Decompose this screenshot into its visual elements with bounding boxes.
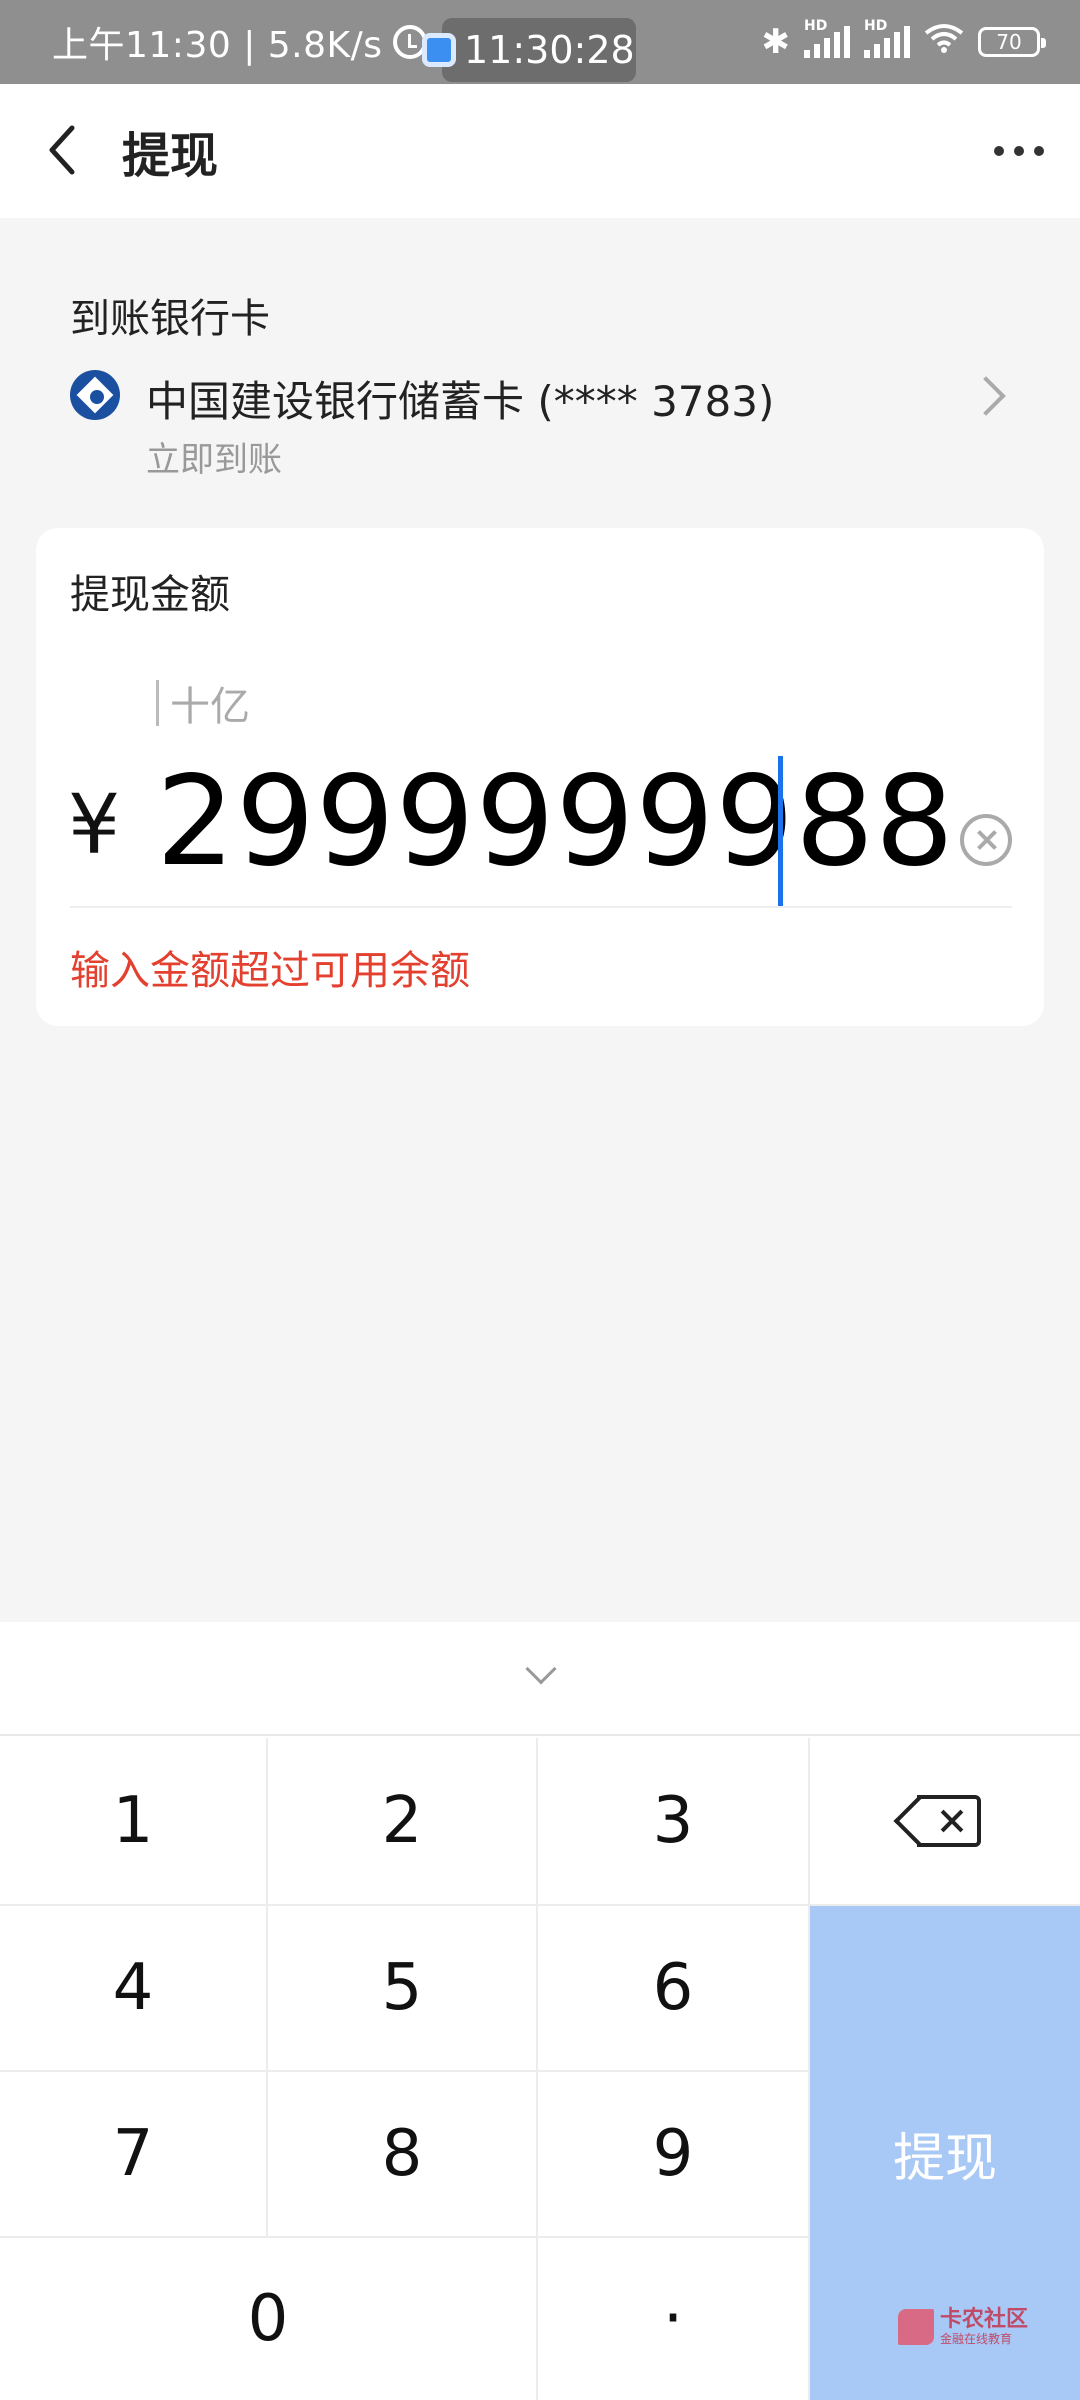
key-3[interactable]: 3 bbox=[538, 1738, 810, 1906]
signal-2-label: HD bbox=[864, 18, 888, 34]
signal-icon-1: HD bbox=[804, 18, 850, 58]
status-left: 上午11:30 | 5.8K/s bbox=[52, 0, 427, 84]
chevron-right-icon bbox=[966, 376, 1006, 416]
key-5[interactable]: 5 bbox=[268, 1906, 538, 2072]
amount-card: 提现金额 十亿 ¥ 2999999988 输入金额超过可用余额 bbox=[36, 528, 1044, 1026]
bluetooth-icon: ✱ bbox=[761, 22, 791, 62]
wifi-icon bbox=[924, 22, 964, 62]
page-title: 提现 bbox=[122, 128, 219, 184]
battery-icon: 70 bbox=[978, 27, 1046, 57]
clear-icon[interactable] bbox=[960, 814, 1012, 866]
divider bbox=[70, 906, 1012, 908]
more-dot bbox=[1034, 146, 1044, 156]
floating-clock: 11:30:28 bbox=[422, 18, 636, 82]
amount-input[interactable]: 2999999988 bbox=[156, 750, 955, 894]
back-button[interactable] bbox=[40, 120, 100, 180]
bank-card-name: 中国建设银行储蓄卡 (**** 3783) bbox=[146, 377, 775, 426]
more-dot bbox=[994, 146, 1004, 156]
ccb-logo-icon bbox=[70, 370, 120, 420]
bank-card-selector[interactable]: 中国建设银行储蓄卡 (**** 3783) 立即到账 bbox=[70, 364, 1010, 480]
back-arrow-icon bbox=[49, 125, 75, 175]
watermark: 卡农社区 金融在线教育 bbox=[898, 2308, 1028, 2346]
key-dot[interactable]: · bbox=[538, 2238, 810, 2400]
watermark-logo-icon bbox=[898, 2309, 934, 2345]
app-header: 提现 bbox=[0, 84, 1080, 218]
currency-symbol: ¥ bbox=[68, 778, 121, 873]
more-options-button[interactable] bbox=[994, 146, 1044, 156]
key-4[interactable]: 4 bbox=[0, 1906, 268, 2072]
key-0[interactable]: 0 bbox=[0, 2238, 538, 2400]
keyboard-collapse-button[interactable] bbox=[0, 1622, 1080, 1736]
amount-label: 提现金额 bbox=[70, 572, 230, 618]
watermark-sub: 金融在线教育 bbox=[940, 2332, 1013, 2346]
key-6[interactable]: 6 bbox=[538, 1906, 810, 2072]
bank-card-arrival: 立即到账 bbox=[146, 440, 282, 480]
key-8[interactable]: 8 bbox=[268, 2072, 538, 2238]
status-bar: 上午11:30 | 5.8K/s 11:30:28 ✱ HD HD 70 bbox=[0, 0, 1080, 84]
key-1[interactable]: 1 bbox=[0, 1738, 268, 1906]
backspace-icon bbox=[893, 1795, 983, 1847]
chevron-down-icon bbox=[525, 1653, 557, 1685]
status-time-speed: 上午11:30 | 5.8K/s bbox=[52, 25, 383, 66]
bank-card-label: 到账银行卡 bbox=[70, 296, 270, 342]
backspace-key[interactable] bbox=[810, 1738, 1080, 1906]
error-message: 输入金额超过可用余额 bbox=[70, 948, 470, 994]
amount-unit-hint: 十亿 bbox=[156, 674, 250, 732]
signal-icon-2: HD bbox=[864, 18, 910, 58]
amount-unit-hint-text: 十亿 bbox=[170, 684, 250, 730]
floating-clock-text: 11:30:28 bbox=[464, 28, 635, 72]
key-7[interactable]: 7 bbox=[0, 2072, 268, 2238]
status-right: ✱ HD HD 70 bbox=[761, 0, 1046, 84]
app-indicator-icon bbox=[422, 33, 456, 67]
text-cursor bbox=[778, 756, 783, 906]
battery-level: 70 bbox=[996, 30, 1022, 54]
numeric-keyboard: 1 2 3 4 5 6 7 8 9 0 · 提现 bbox=[0, 1622, 1080, 2400]
key-2[interactable]: 2 bbox=[268, 1738, 538, 1906]
signal-1-label: HD bbox=[804, 18, 828, 34]
watermark-text: 卡农社区 金融在线教育 bbox=[940, 2307, 1029, 2347]
more-dot bbox=[1014, 146, 1024, 156]
key-9[interactable]: 9 bbox=[538, 2072, 810, 2238]
watermark-title: 卡农社区 bbox=[940, 2307, 1029, 2332]
